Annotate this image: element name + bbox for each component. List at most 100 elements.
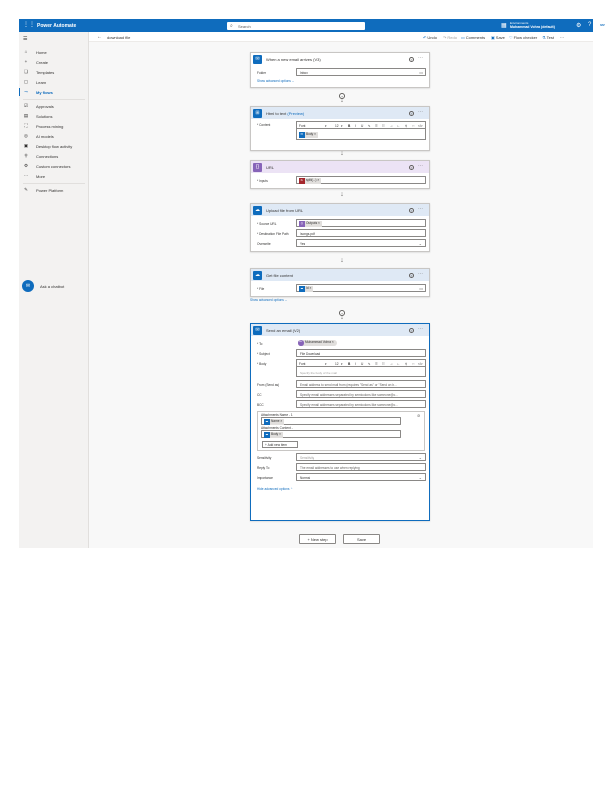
expression-token-split[interactable]: fx split(...) × [299,178,322,184]
file-field[interactable]: ☁ Id × ▭ [296,284,426,292]
switch-to-array-icon[interactable]: ⊘ [417,413,420,418]
card-url-compose[interactable]: {} URL ? ⋯ * Inputs fx split(...) × [250,160,430,189]
outdent-icon[interactable]: ⇤ [397,362,400,366]
card-header[interactable]: {} URL ? ⋯ [251,161,429,173]
nav-item-desktop-flow-activity[interactable]: ▣ Desktop flow activity [19,142,89,150]
source-url-field[interactable]: {} Outputs × [296,219,426,227]
overwrite-select[interactable]: Yes ⌄ [296,239,426,247]
size-dropdown-caret-icon[interactable]: ▾ [341,362,343,366]
importance-select[interactable]: Normal ⌄ [296,473,426,481]
attachment-content-field[interactable]: ☁ Body × [261,430,401,438]
cc-input[interactable]: Specify email addresses separated by sem… [296,390,426,398]
search-box[interactable]: ⌕ Search [227,21,365,30]
nav-item-my-flows[interactable]: ⤳ My flows [19,88,89,96]
destination-path-input[interactable]: /songs.pdf [296,229,426,237]
sensitivity-select[interactable]: Sensitivity ⌄ [296,453,426,461]
help-icon[interactable]: ? [409,56,414,62]
link-icon[interactable]: ⚲ [405,362,407,366]
card-header[interactable]: ☁ Upload file from URL ? ⋯ [251,204,429,216]
card-trigger-new-email[interactable]: ✉ When a new email arrives (V3) ? ⋯ Fold… [250,52,430,88]
content-editor[interactable]: ✉ Body × [296,128,426,140]
size-select[interactable]: 12 [335,124,339,128]
bcc-input[interactable]: Specify email addresses separated by sem… [296,400,426,408]
font-select[interactable]: Font [299,124,305,128]
flow-checker-button[interactable]: ♡Flow checker [509,35,537,40]
code-view-icon[interactable]: </> [418,124,423,128]
dynamic-token-outputs[interactable]: {} Outputs × [299,221,322,227]
nav-item-connections[interactable]: ⚲ Connections [19,152,89,160]
underline-icon[interactable]: U [361,362,363,366]
indent-icon[interactable]: ⇥ [390,362,393,366]
save-flow-button[interactable]: Save [343,534,380,544]
nav-item-approvals[interactable]: ☑ Approvals [19,102,89,110]
app-name[interactable]: Power Automate [37,23,76,29]
folder-picker-icon[interactable]: ▭ [419,286,423,291]
font-dropdown-caret-icon[interactable]: ▾ [325,124,327,128]
nav-item-solutions[interactable]: ▤ Solutions [19,112,89,120]
dynamic-token-name[interactable]: ☁ Name × [264,419,285,425]
hide-advanced-options-link[interactable]: Hide advanced options ⌃ [251,485,429,492]
dynamic-token-id[interactable]: ☁ Id × [299,286,314,292]
dynamic-token-body[interactable]: ☁ Body × [264,432,284,438]
subject-input[interactable]: File Download [296,349,426,357]
card-header[interactable]: ☁ Get file content ? ⋯ [251,269,429,281]
show-advanced-options-link[interactable]: Show advanced options ⌄ [250,298,287,302]
size-dropdown-caret-icon[interactable]: ▾ [341,124,343,128]
nav-item-home[interactable]: ⌂ Home [19,48,89,56]
nav-item-templates[interactable]: ❏ Templates [19,68,89,76]
settings-gear-icon[interactable]: ⚙ [576,22,581,29]
card-send-email[interactable]: ✉ Send an email (V2) ? ⋯ * To MV Muhammad… [250,323,430,521]
more-options-icon[interactable]: ⋯ [418,326,423,332]
more-options-icon[interactable]: ⋯ [418,163,423,169]
card-header[interactable]: ✉ Send an email (V2) ? ⋯ [251,324,429,336]
redo-button[interactable]: ↷Redo [443,35,457,40]
card-html-to-text[interactable]: ⊞ Html to text (Preview) ? ⋯ * Content F… [250,106,430,151]
nav-item-more[interactable]: ⋯ More [19,172,89,180]
highlight-pen-icon[interactable]: ✎ [368,362,371,366]
environment-picker[interactable]: ▦ Environments Muhammad Vohra (default) [501,21,571,30]
unlink-icon[interactable]: ⚯ [412,124,415,128]
bullet-list-icon[interactable]: ☰ [375,362,378,366]
app-launcher-icon[interactable]: ⋮⋮ [23,22,35,28]
numbered-list-icon[interactable]: ☷ [382,362,385,366]
hamburger-menu-icon[interactable]: ☰ [23,36,27,42]
size-select[interactable]: 12 [335,362,339,366]
user-avatar[interactable]: MV [598,21,607,30]
nav-item-process-mining[interactable]: ⛶ Process mining [19,122,89,130]
numbered-list-icon[interactable]: ☷ [382,124,385,128]
save-button[interactable]: ▣Save [491,35,505,40]
show-advanced-options-link[interactable]: Show advanced options ⌄ [251,77,429,84]
help-icon[interactable]: ? [409,207,414,213]
code-view-icon[interactable]: </> [418,362,423,366]
folder-picker-icon[interactable]: ▭ [419,70,423,75]
nav-item-create[interactable]: + Create [19,58,89,66]
undo-button[interactable]: ↶Undo [423,35,437,40]
to-field[interactable]: MV Muhammad Vohra × [296,339,426,347]
attachment-name-field[interactable]: ☁ Name × [261,417,401,425]
help-icon[interactable]: ? [409,110,414,116]
indent-icon[interactable]: ⇥ [390,124,393,128]
card-header[interactable]: ✉ When a new email arrives (V3) ? ⋯ [251,53,429,65]
dynamic-token-body[interactable]: ✉ Body × [299,132,319,138]
inputs-field[interactable]: fx split(...) × [296,176,426,184]
bold-icon[interactable]: B [348,124,350,128]
unlink-icon[interactable]: ⚯ [412,362,415,366]
font-dropdown-caret-icon[interactable]: ▾ [325,362,327,366]
outdent-icon[interactable]: ⇤ [397,124,400,128]
help-icon[interactable]: ? [588,22,591,28]
more-options-icon[interactable]: ⋯ [418,271,423,277]
bullet-list-icon[interactable]: ☰ [375,124,378,128]
nav-item-power-platform[interactable]: ✎ Power Platform [19,186,89,194]
more-actions-icon[interactable]: ⋯ [560,35,564,40]
nav-item-learn[interactable]: ▢ Learn [19,78,89,86]
help-icon[interactable]: ? [409,272,414,278]
italic-icon[interactable]: I [355,124,356,128]
more-options-icon[interactable]: ⋯ [418,109,423,115]
more-options-icon[interactable]: ⋯ [418,206,423,212]
reply-to-input[interactable]: The email addresses to use when replying [296,463,426,471]
link-icon[interactable]: ⚲ [405,124,407,128]
underline-icon[interactable]: U [361,124,363,128]
font-select[interactable]: Font [299,362,305,366]
nav-item-ai-models[interactable]: ◎ AI models [19,132,89,140]
italic-icon[interactable]: I [355,362,356,366]
